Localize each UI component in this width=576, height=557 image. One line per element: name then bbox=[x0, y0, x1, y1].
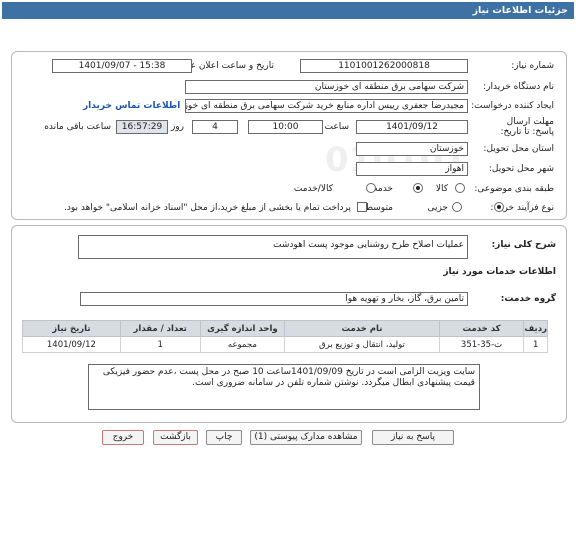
treasury-payment-note: پرداخت تمام یا بخشی از مبلغ خرید،از محل … bbox=[63, 203, 351, 213]
creator-label: ایجاد کننده درخواست: bbox=[471, 101, 554, 111]
exit-button[interactable]: خروج bbox=[102, 430, 144, 445]
process-option-medium: متوسط bbox=[364, 203, 393, 213]
remaining-time-field: 16:57:29 bbox=[116, 120, 168, 134]
print-button[interactable]: چاپ bbox=[206, 430, 242, 445]
col-need-date: تاریخ نیاز bbox=[22, 320, 121, 337]
deadline-time-field: 10:00 bbox=[248, 120, 323, 134]
summary-field: عملیات اصلاح طرح روشنایی موجود پست اهودش… bbox=[78, 235, 468, 259]
cell-service-code: ت-35-351 bbox=[438, 336, 525, 353]
deadline-label: مهلت ارسال پاسخ: تا تاریخ: bbox=[500, 117, 554, 137]
buyer-field: شرکت سهامی برق منطقه ای خوزستان bbox=[185, 80, 468, 94]
category-radio-service[interactable] bbox=[412, 183, 423, 193]
services-section-title: اطلاعات خدمات مورد نیاز bbox=[443, 267, 556, 277]
view-attachments-button[interactable]: مشاهده مدارک پیوستی (1) bbox=[250, 430, 362, 445]
deadline-date-field: 1401/09/12 bbox=[356, 120, 468, 134]
buyer-label: نام دستگاه خریدار: bbox=[483, 82, 554, 92]
city-label: شهر محل تحویل: bbox=[488, 164, 554, 174]
need-number-field: 1101001262000818 bbox=[300, 59, 468, 73]
col-service-name: نام خدمت bbox=[284, 320, 440, 337]
category-radio-goods-service[interactable] bbox=[365, 183, 376, 193]
cell-row-number: 1 bbox=[523, 336, 548, 353]
deadline-time-label: ساعت bbox=[324, 122, 350, 132]
services-table-wrap: ردیف کد خدمت نام خدمت واحد اندازه گیری ت… bbox=[22, 320, 548, 353]
table-row: 1 ت-35-351 تولید، انتقال و توزیع برق مجم… bbox=[22, 336, 548, 353]
summary-label: شرح کلی نیاز: bbox=[491, 240, 556, 250]
service-group-field: تامین برق، گاز، بخار و تهویه هوا bbox=[80, 292, 468, 306]
reply-button[interactable]: پاسخ به نیاز bbox=[372, 430, 454, 445]
category-radio-goods[interactable] bbox=[455, 183, 465, 193]
category-option-goods: کالا bbox=[435, 184, 448, 194]
province-field: خوزستان bbox=[356, 142, 468, 156]
province-label: استان محل تحویل: bbox=[483, 144, 554, 154]
services-table: ردیف کد خدمت نام خدمت واحد اندازه گیری ت… bbox=[22, 320, 548, 353]
col-unit: واحد اندازه گیری bbox=[199, 320, 286, 337]
back-button[interactable]: بازگشت bbox=[153, 430, 198, 445]
days-field: 4 bbox=[192, 120, 238, 134]
col-quantity: تعداد / مقدار bbox=[119, 320, 201, 337]
category-option-goods-service: کالا/خدمت bbox=[293, 184, 333, 194]
cell-quantity: 1 bbox=[119, 336, 201, 353]
treasury-payment-checkbox[interactable] bbox=[357, 202, 367, 212]
process-option-minor: جزیی bbox=[427, 203, 448, 213]
announce-field: 1401/09/07 - 15:38 bbox=[52, 59, 192, 73]
service-group-label: گروه خدمت: bbox=[500, 294, 556, 304]
buyer-note: سایت ویزیت الزامی است در تاریخ 1401/09/0… bbox=[88, 364, 480, 410]
remaining-label: ساعت باقی مانده bbox=[44, 122, 111, 132]
process-radio-medium[interactable] bbox=[451, 202, 462, 212]
city-field: اهواز bbox=[356, 162, 468, 176]
process-radio-minor[interactable] bbox=[493, 202, 504, 212]
cell-service-name: تولید، انتقال و توزیع برق bbox=[284, 336, 440, 353]
cell-unit: مجموعه bbox=[199, 336, 286, 353]
col-row-number: ردیف bbox=[523, 320, 548, 337]
contact-buyer-link[interactable]: اطلاعات تماس خریدار bbox=[83, 101, 180, 111]
creator-field: مجیدرضا جعفری رییس اداره منابع خرید شرکت… bbox=[185, 99, 468, 113]
page-header: جزئیات اطلاعات نیاز bbox=[2, 2, 574, 19]
cell-need-date: 1401/09/12 bbox=[22, 336, 121, 353]
table-header-row: ردیف کد خدمت نام خدمت واحد اندازه گیری ت… bbox=[22, 320, 548, 337]
need-number-label: شماره نیاز: bbox=[511, 61, 554, 71]
col-service-code: کد خدمت bbox=[438, 320, 525, 337]
category-label: طبقه بندی موضوعی: bbox=[474, 184, 554, 194]
